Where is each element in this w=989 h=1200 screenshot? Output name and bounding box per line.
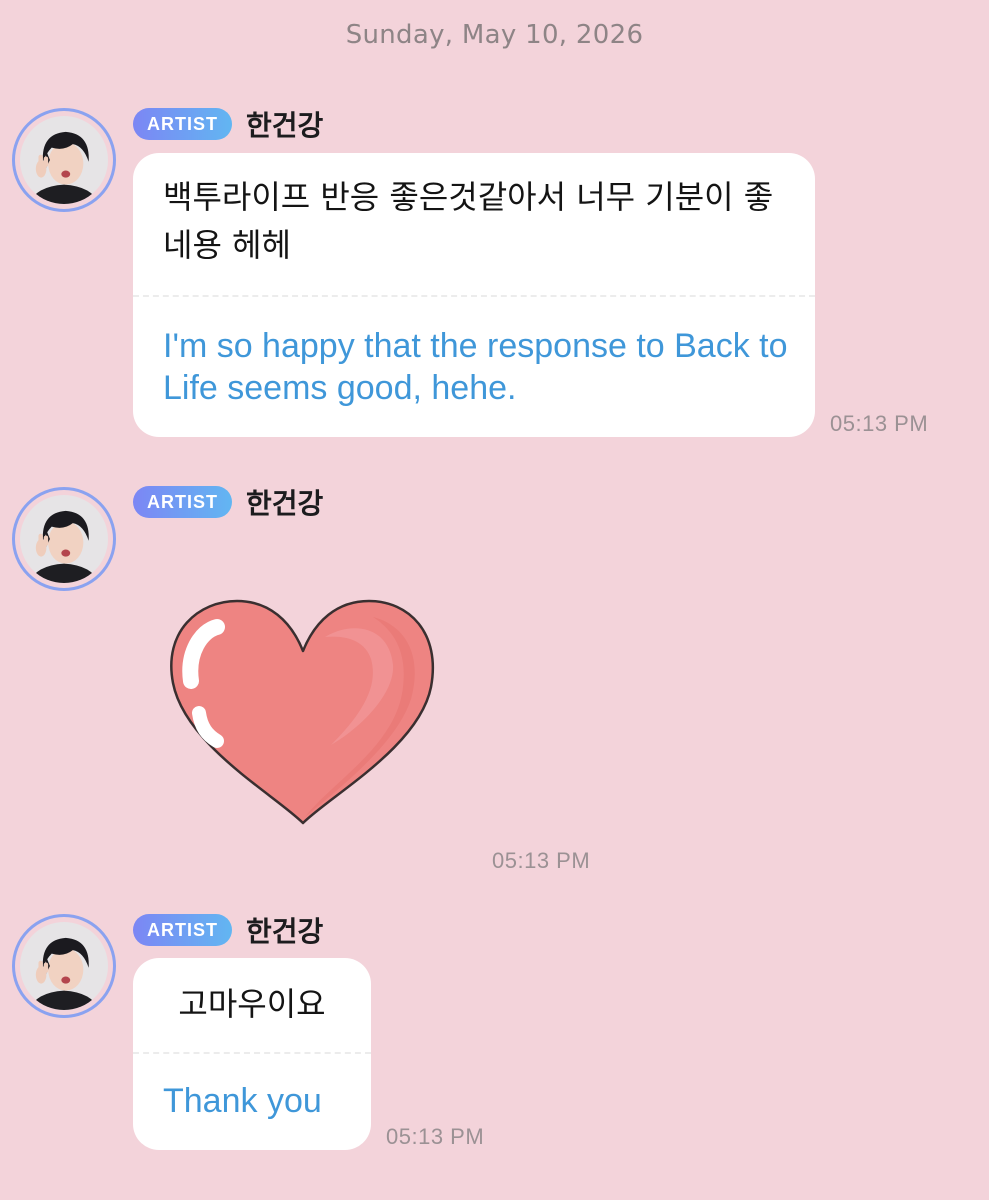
sender-avatar[interactable] (12, 487, 116, 591)
message-bubble[interactable]: 고마우이요 Thank you (133, 958, 371, 1150)
avatar-photo (20, 495, 108, 583)
translation-text: Thank you (163, 1082, 322, 1120)
sender-name: 한건강 (246, 109, 324, 142)
artist-badge: ARTIST (133, 914, 232, 946)
message-bubble[interactable]: 백투라이프 반응 좋은것같아서 너무 기분이 좋네용 헤헤 I'm so hap… (133, 153, 815, 437)
heart-sticker[interactable] (165, 595, 441, 831)
sender-name: 한건강 (246, 915, 324, 948)
message-timestamp: 05:13 PM (830, 411, 929, 436)
avatar-photo (20, 922, 108, 1010)
sender-name: 한건강 (246, 487, 324, 520)
artist-badge: ARTIST (133, 486, 232, 518)
message-timestamp: 05:13 PM (492, 848, 591, 873)
message-timestamp: 05:13 PM (386, 1124, 485, 1149)
translation-divider (133, 1052, 371, 1054)
heart-icon (170, 599, 434, 825)
sender-row: ARTIST 한건강 (133, 106, 323, 142)
original-text: 고마우이요 (178, 985, 326, 1023)
date-separator: Sunday, May 10, 2026 (345, 20, 644, 50)
sender-row: ARTIST 한건강 (133, 912, 323, 948)
avatar-photo (20, 116, 108, 204)
sender-avatar[interactable] (12, 108, 116, 212)
artist-badge: ARTIST (133, 108, 232, 140)
translation-divider (133, 295, 815, 297)
original-text: 백투라이프 반응 좋은것같아서 너무 기분이 좋네용 헤헤 (163, 178, 774, 264)
translation-text: I'm so happy that the response to Back t… (163, 327, 788, 407)
sender-avatar[interactable] (12, 914, 116, 1018)
sender-row: ARTIST 한건강 (133, 484, 323, 520)
